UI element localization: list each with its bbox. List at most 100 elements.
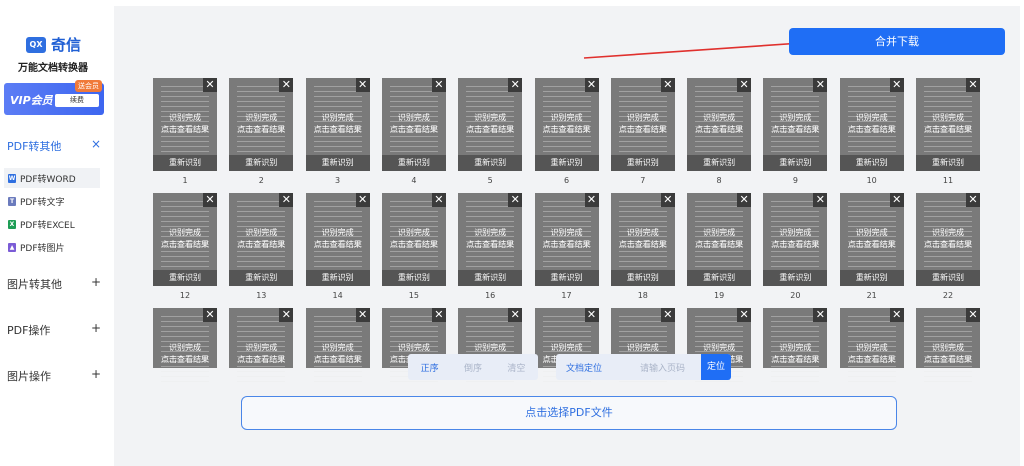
re-recognize-button[interactable]: 重新识别 (839, 270, 904, 286)
locate-button[interactable]: 定位 (701, 354, 731, 380)
page-thumbnail[interactable]: 识别完成 点击查看结果 重新识别 ✕ (458, 193, 523, 286)
close-icon[interactable]: ✕ (584, 308, 599, 322)
close-icon[interactable]: ✕ (508, 193, 523, 207)
expand-icon[interactable]: + (91, 367, 101, 381)
recognition-status[interactable]: 识别完成点击查看结果 (306, 227, 370, 251)
close-icon[interactable]: ✕ (355, 78, 370, 92)
close-icon[interactable]: ✕ (813, 193, 828, 207)
re-recognize-button[interactable]: 重新识别 (381, 155, 446, 171)
page-thumbnail[interactable]: 识别完成 点击查看结果重新识别 ✕ (305, 78, 370, 171)
recognition-status[interactable]: 识别完成点击查看结果 (840, 227, 904, 251)
recognition-status[interactable]: 识别完成点击查看结果 (229, 342, 293, 366)
recognition-status[interactable]: 识别完成点击查看结果 (916, 342, 980, 366)
nav-section-image-to-other[interactable]: 图片转其他 + (7, 275, 101, 292)
re-recognize-button[interactable]: 重新识别 (153, 270, 217, 286)
close-icon[interactable]: ✕ (660, 193, 675, 207)
sidebar-item-pdf-to-text[interactable]: T PDF转文字 (4, 191, 100, 211)
recognition-status[interactable]: 识别完成点击查看结果 (382, 227, 446, 251)
re-recognize-button[interactable]: 重新识别 (916, 155, 980, 171)
recognition-status[interactable]: 识别完成点击查看结果 (687, 112, 751, 136)
sort-asc-button[interactable]: 正序 (421, 361, 439, 374)
close-icon[interactable]: ✕ (584, 193, 599, 207)
re-recognize-button[interactable]: 重新识别 (763, 155, 828, 171)
page-thumbnail[interactable]: 识别完成 点击查看结果 重新识别 ✕ (534, 193, 599, 286)
close-icon[interactable]: ✕ (279, 78, 294, 92)
nav-section-pdf-to-other[interactable]: PDF转其他 × (7, 137, 101, 154)
page-thumbnail[interactable]: 识别完成 点击查看结果 重新识别 ✕ (916, 78, 980, 171)
page-thumbnail[interactable]: 识别完成点击查看结果 ✕ (763, 308, 828, 386)
page-thumbnail[interactable]: 识别完成点击查看结果 ✕ (153, 308, 217, 386)
close-icon[interactable]: ✕ (966, 78, 980, 92)
re-recognize-button[interactable]: 重新识别 (229, 155, 294, 171)
close-icon[interactable]: ✕ (660, 78, 675, 92)
re-recognize-button[interactable]: 重新识别 (839, 155, 904, 171)
close-icon[interactable]: ✕ (813, 308, 828, 322)
close-icon[interactable]: ✕ (431, 193, 446, 207)
page-thumbnail[interactable]: 识别完成 点击查看结果重新识别 ✕ (534, 78, 599, 171)
page-thumbnail[interactable]: 识别完成 点击查看结果重新识别 ✕ (229, 78, 294, 171)
expand-icon[interactable]: + (91, 321, 101, 335)
expand-icon[interactable]: + (91, 275, 101, 289)
close-icon[interactable]: ✕ (584, 78, 599, 92)
page-thumbnail[interactable]: 识别完成 点击查看结果 重新识别 ✕ (153, 78, 217, 171)
page-thumbnail[interactable]: 识别完成 点击查看结果重新识别 ✕ (839, 193, 904, 286)
sidebar-item-pdf-to-word[interactable]: W PDF转WORD (4, 168, 100, 188)
re-recognize-button[interactable]: 重新识别 (534, 155, 599, 171)
close-icon[interactable]: ✕ (355, 193, 370, 207)
re-recognize-button[interactable]: 重新识别 (610, 155, 675, 171)
page-thumbnail[interactable]: 识别完成 点击查看结果 重新识别 ✕ (916, 193, 980, 286)
recognition-status[interactable]: 识别完成点击查看结果 (763, 342, 827, 366)
page-thumbnail[interactable]: 识别完成 点击查看结果 重新识别 ✕ (229, 193, 294, 286)
page-thumbnail[interactable]: 识别完成 点击查看结果重新识别 ✕ (763, 193, 828, 286)
collapse-icon[interactable]: × (91, 137, 101, 151)
re-recognize-button[interactable]: 重新识别 (305, 155, 370, 171)
recognition-status[interactable]: 识别完成点击查看结果 (306, 112, 370, 136)
clear-button[interactable]: 清空 (507, 361, 525, 374)
close-icon[interactable]: ✕ (889, 193, 904, 207)
close-icon[interactable]: ✕ (966, 193, 980, 207)
recognition-status[interactable]: 识别完成点击查看结果 (153, 227, 217, 251)
re-recognize-button[interactable]: 重新识别 (153, 155, 217, 171)
page-thumbnail[interactable]: 识别完成点击查看结果 ✕ (839, 308, 904, 386)
page-thumbnail[interactable]: 识别完成点击查看结果 ✕ (916, 308, 980, 386)
close-icon[interactable]: ✕ (431, 308, 446, 322)
re-recognize-button[interactable]: 重新识别 (458, 155, 523, 171)
close-icon[interactable]: ✕ (889, 78, 904, 92)
recognition-status[interactable]: 识别完成点击查看结果 (229, 112, 293, 136)
page-thumbnail[interactable]: 识别完成 点击查看结果 重新识别 ✕ (687, 78, 752, 171)
close-icon[interactable]: ✕ (737, 308, 752, 322)
close-icon[interactable]: ✕ (813, 78, 828, 92)
recognition-status[interactable]: 识别完成点击查看结果 (611, 112, 675, 136)
recognition-status[interactable]: 识别完成点击查看结果 (763, 112, 827, 136)
close-icon[interactable]: ✕ (279, 193, 294, 207)
re-recognize-button[interactable]: 重新识别 (763, 270, 828, 286)
recognition-status[interactable]: 识别完成点击查看结果 (916, 227, 980, 251)
page-thumbnail[interactable]: 识别完成点击查看结果 ✕ (305, 308, 370, 386)
re-recognize-button[interactable]: 重新识别 (687, 270, 752, 286)
recognition-status[interactable]: 识别完成点击查看结果 (840, 342, 904, 366)
renew-button[interactable]: 续费 (55, 94, 99, 107)
close-icon[interactable]: ✕ (508, 78, 523, 92)
page-thumbnail[interactable]: 识别完成 点击查看结果重新识别 ✕ (153, 193, 217, 286)
recognition-status[interactable]: 识别完成点击查看结果 (229, 227, 293, 251)
recognition-status[interactable]: 识别完成点击查看结果 (458, 112, 522, 136)
re-recognize-button[interactable]: 重新识别 (534, 270, 599, 286)
close-icon[interactable]: ✕ (203, 193, 217, 207)
close-icon[interactable]: ✕ (203, 78, 217, 92)
recognition-status[interactable]: 识别完成点击查看结果 (840, 112, 904, 136)
vip-banner[interactable]: VIP会员 续费 送会员 (4, 80, 104, 115)
recognition-status[interactable]: 识别完成点击查看结果 (611, 227, 675, 251)
re-recognize-button[interactable]: 重新识别 (381, 270, 446, 286)
re-recognize-button[interactable]: 重新识别 (305, 270, 370, 286)
recognition-status[interactable]: 识别完成点击查看结果 (763, 227, 827, 251)
recognition-status[interactable]: 识别完成点击查看结果 (687, 227, 751, 251)
choose-pdf-button[interactable]: 点击选择PDF文件 (241, 396, 897, 430)
sidebar-item-pdf-to-image[interactable]: ▲ PDF转图片 (4, 237, 100, 257)
recognition-status[interactable]: 识别完成点击查看结果 (535, 112, 599, 136)
page-number-input[interactable]: 请输入页码 (640, 361, 685, 374)
recognition-status[interactable]: 识别完成点击查看结果 (153, 342, 217, 366)
close-icon[interactable]: ✕ (508, 308, 523, 322)
sidebar-item-pdf-to-excel[interactable]: X PDF转EXCEL (4, 214, 100, 234)
close-icon[interactable]: ✕ (889, 308, 904, 322)
re-recognize-button[interactable]: 重新识别 (687, 155, 752, 171)
